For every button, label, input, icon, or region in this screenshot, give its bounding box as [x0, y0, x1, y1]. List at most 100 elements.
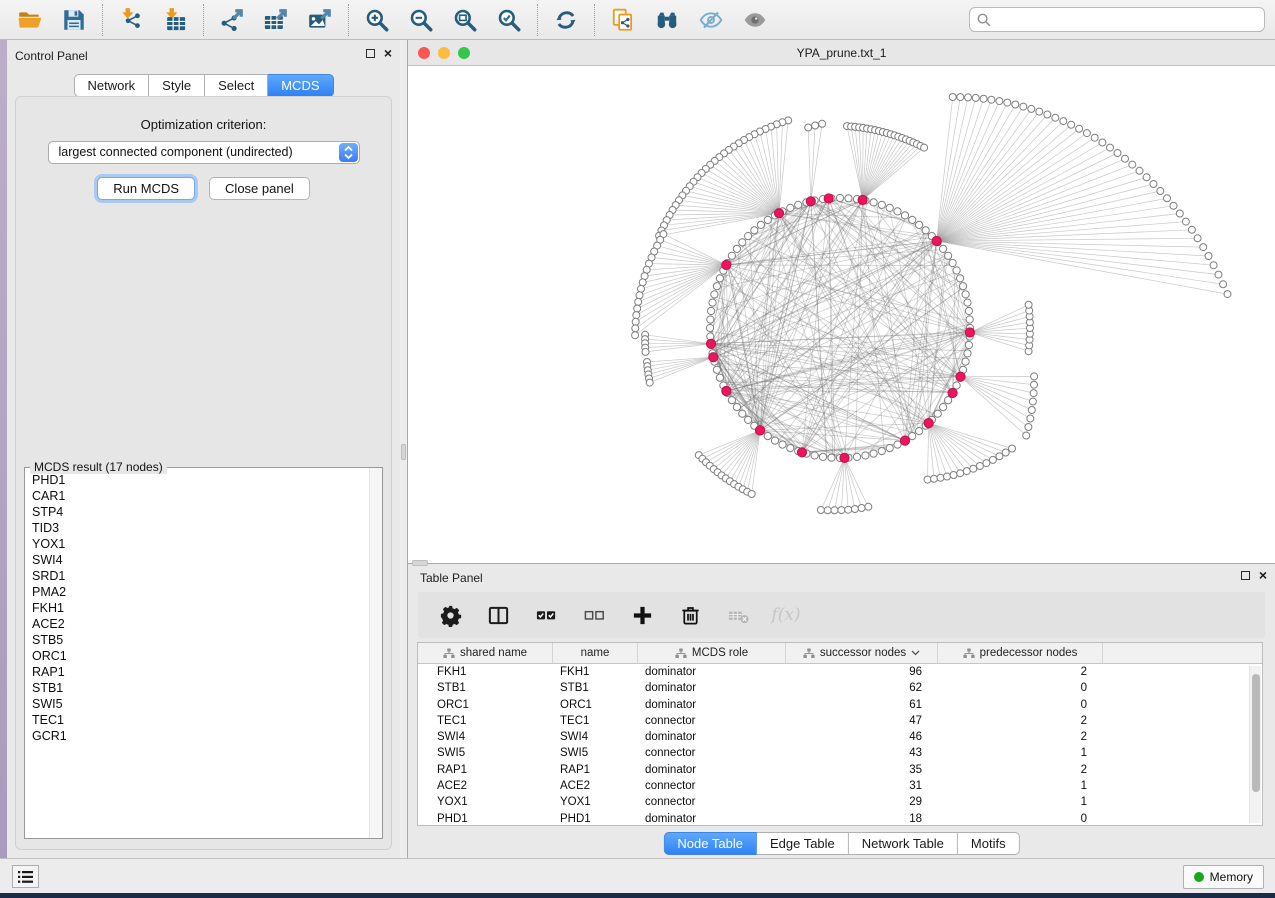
control-panel-title: Control Panel	[15, 49, 88, 63]
toolbar-separator	[537, 4, 538, 36]
import-network-icon[interactable]	[116, 5, 146, 35]
tab-edge-table[interactable]: Edge Table	[757, 832, 849, 855]
mcds-result-item[interactable]: YOX1	[25, 536, 369, 552]
table-row[interactable]: ORC1ORC1dominator610	[418, 697, 1262, 713]
table-float-icon[interactable]	[1241, 571, 1250, 580]
mcds-result-item[interactable]: SWI5	[25, 696, 369, 712]
column-header-shared-name[interactable]: shared name	[418, 643, 553, 663]
column-header-name[interactable]: name	[553, 643, 638, 663]
hide-panels-icon[interactable]	[696, 5, 726, 35]
table-row[interactable]: PHD1PHD1dominator180	[418, 811, 1262, 826]
add-row-icon[interactable]	[630, 603, 654, 627]
export-network-icon[interactable]	[217, 5, 247, 35]
mcds-result-item[interactable]: PHD1	[25, 472, 369, 488]
tab-style[interactable]: Style	[149, 74, 205, 97]
table-cell: TEC1	[418, 713, 553, 729]
refresh-layout-icon[interactable]	[551, 5, 581, 35]
unselect-all-icon[interactable]	[582, 603, 606, 627]
mcds-result-item[interactable]: STB1	[25, 680, 369, 696]
table-splitter-grip[interactable]	[412, 560, 428, 566]
criterion-dropdown[interactable]: largest connected component (undirected)	[48, 141, 360, 164]
search-box[interactable]	[969, 7, 1265, 32]
main-toolbar-icons	[0, 0, 777, 39]
table-panel: Table Panel × f(x) shared namenameMCDS r…	[408, 563, 1275, 858]
table-cell: SWI4	[553, 729, 638, 745]
mcds-result-item[interactable]: TEC1	[25, 712, 369, 728]
column-header-predecessor-nodes[interactable]: predecessor nodes	[938, 643, 1103, 663]
table-cell: connector	[638, 778, 786, 794]
tab-motifs[interactable]: Motifs	[958, 832, 1020, 855]
list-icon	[18, 871, 33, 883]
mcds-result-item[interactable]: ORC1	[25, 648, 369, 664]
table-row[interactable]: SWI5SWI5connector431	[418, 745, 1262, 761]
search-binoculars-icon[interactable]	[652, 5, 682, 35]
network-title: YPA_prune.txt_1	[408, 46, 1275, 60]
save-session-icon[interactable]	[59, 5, 89, 35]
mcds-result-item[interactable]: PMA2	[25, 584, 369, 600]
table-cell: 43	[786, 745, 938, 761]
zoom-out-icon[interactable]	[406, 5, 436, 35]
column-header-successor-nodes[interactable]: successor nodes	[786, 643, 938, 663]
table-row[interactable]: RAP1RAP1dominator352	[418, 762, 1262, 778]
task-history-button[interactable]	[12, 865, 39, 888]
mcds-result-item[interactable]: SWI4	[25, 552, 369, 568]
mcds-result-list[interactable]: PHD1CAR1STP4TID3YOX1SWI4SRD1PMA2FKH1ACE2…	[25, 472, 369, 838]
table-row[interactable]: FKH1FKH1dominator962	[418, 664, 1262, 680]
zoom-fit-icon[interactable]	[450, 5, 480, 35]
table-cell: 2	[938, 664, 1103, 680]
import-table-icon[interactable]	[160, 5, 190, 35]
close-panel-icon[interactable]: ×	[384, 48, 392, 58]
table-cell: SWI5	[418, 745, 553, 761]
run-mcds-button[interactable]: Run MCDS	[97, 177, 195, 200]
table-cell: 47	[786, 713, 938, 729]
mcds-result-item[interactable]: FKH1	[25, 600, 369, 616]
delete-row-icon[interactable]	[678, 603, 702, 627]
zoom-selected-icon[interactable]	[494, 5, 524, 35]
float-panel-icon[interactable]	[366, 49, 375, 58]
table-row[interactable]: SWI4SWI4dominator462	[418, 729, 1262, 745]
table-cell: FKH1	[418, 664, 553, 680]
tab-select[interactable]: Select	[205, 74, 268, 97]
show-panels-icon[interactable]	[740, 5, 770, 35]
table-scrollbar-thumb[interactable]	[1252, 674, 1260, 792]
table-close-icon[interactable]: ×	[1259, 570, 1267, 580]
mcds-result-item[interactable]: GCR1	[25, 728, 369, 744]
table-row[interactable]: STB1STB1dominator620	[418, 680, 1262, 696]
table-cell: RAP1	[553, 762, 638, 778]
mcds-result-item[interactable]: ACE2	[25, 616, 369, 632]
network-canvas[interactable]	[408, 66, 1275, 563]
clone-network-icon[interactable]	[608, 5, 638, 35]
mcds-result-item[interactable]: RAP1	[25, 664, 369, 680]
export-image-icon[interactable]	[305, 5, 335, 35]
table-cell: 29	[786, 794, 938, 810]
tab-mcds[interactable]: MCDS	[268, 74, 333, 97]
mcds-result-item[interactable]: SRD1	[25, 568, 369, 584]
network-graph[interactable]	[408, 66, 1275, 563]
mcds-result-scrollbar[interactable]	[369, 468, 382, 838]
splitter-grip[interactable]	[401, 444, 406, 460]
mcds-result-item[interactable]: STB5	[25, 632, 369, 648]
table-row[interactable]: TEC1TEC1connector472	[418, 713, 1262, 729]
control-panel-header: Control Panel ×	[7, 40, 400, 70]
memory-button[interactable]: Memory	[1183, 865, 1264, 889]
column-header-MCDS-role[interactable]: MCDS role	[638, 643, 786, 663]
table-row[interactable]: ACE2ACE2connector311	[418, 778, 1262, 794]
open-session-icon[interactable]	[15, 5, 45, 35]
show-columns-icon[interactable]	[486, 603, 510, 627]
delete-column-icon	[726, 603, 750, 627]
panel-splitter[interactable]	[400, 40, 408, 858]
table-scrollbar[interactable]	[1249, 666, 1261, 823]
settings-gear-icon[interactable]	[438, 603, 462, 627]
mcds-result-item[interactable]: STP4	[25, 504, 369, 520]
select-all-icon[interactable]	[534, 603, 558, 627]
tab-network-table[interactable]: Network Table	[849, 832, 958, 855]
close-panel-button[interactable]: Close panel	[209, 177, 310, 200]
mcds-result-item[interactable]: CAR1	[25, 488, 369, 504]
export-table-icon[interactable]	[261, 5, 291, 35]
tab-network[interactable]: Network	[73, 74, 149, 97]
mcds-result-item[interactable]: TID3	[25, 520, 369, 536]
tab-node-table[interactable]: Node Table	[663, 832, 757, 855]
search-input[interactable]	[996, 9, 1258, 30]
zoom-in-icon[interactable]	[362, 5, 392, 35]
table-row[interactable]: YOX1YOX1connector291	[418, 794, 1262, 810]
